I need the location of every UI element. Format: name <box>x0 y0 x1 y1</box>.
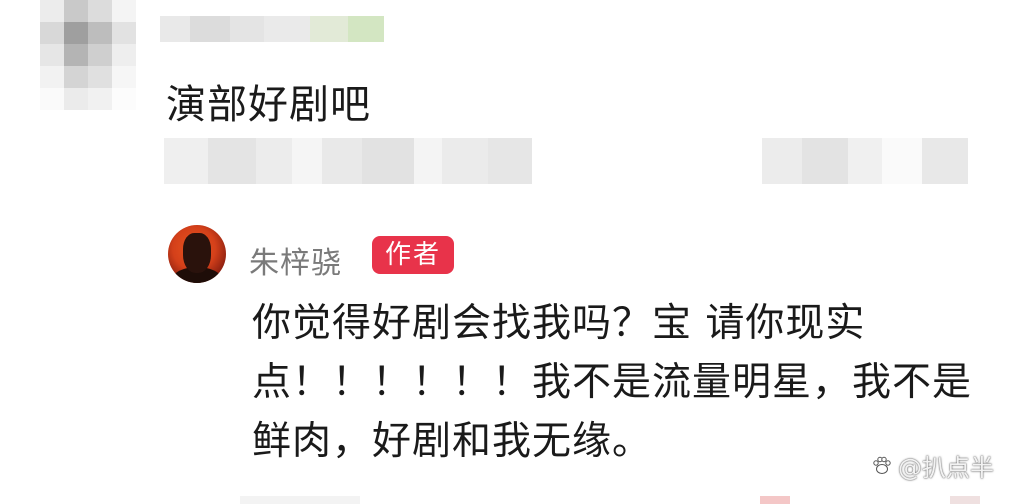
reply-text-line: 你觉得好剧会找我吗？宝 请你现实 <box>252 301 866 346</box>
author-avatar[interactable] <box>168 225 226 283</box>
comment-screenshot: 演部好剧吧 朱梓骁 作者 你觉得好剧会找我吗？宝 请你现实 点！！！！！！我不是… <box>0 0 1020 504</box>
author-badge: 作者 <box>372 236 454 274</box>
paw-logo-icon <box>873 456 891 474</box>
comment-text: 演部好剧吧 <box>166 82 371 128</box>
watermark: @扒点半 <box>870 448 994 483</box>
comment-meta-blurred <box>164 138 532 184</box>
commenter-name-blurred[interactable] <box>160 16 384 42</box>
watermark-text: @扒点半 <box>898 454 994 482</box>
author-name[interactable]: 朱梓骁 <box>249 238 342 282</box>
reply-text-line: 点！！！！！！我不是流量明星，我不是 <box>252 360 973 405</box>
next-row-blurred <box>240 496 980 504</box>
reply-text: 你觉得好剧会找我吗？宝 请你现实 点！！！！！！我不是流量明星，我不是 鲜肉，好… <box>252 294 992 471</box>
comment-like-blurred[interactable] <box>762 138 968 184</box>
commenter-avatar-mosaic[interactable] <box>40 0 136 110</box>
